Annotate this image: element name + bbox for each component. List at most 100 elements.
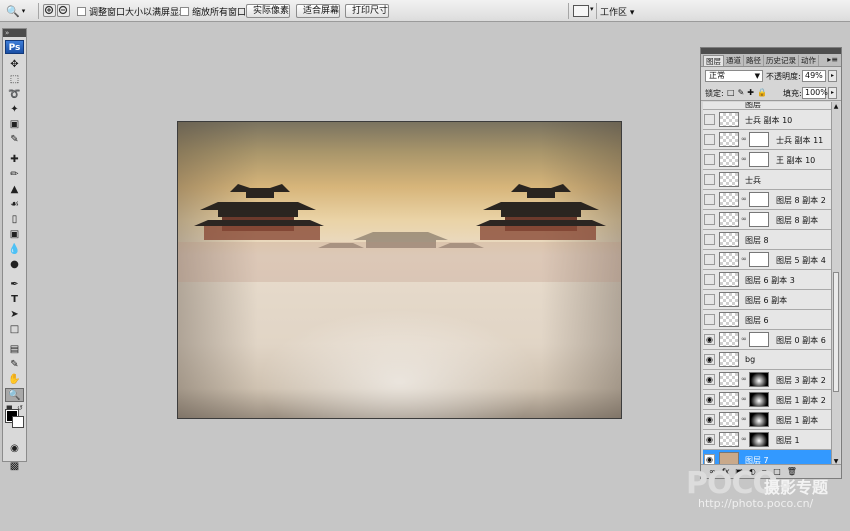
blend-mode-select[interactable]: 正常 ▼: [705, 70, 763, 82]
layer-row[interactable]: ∞ 士兵 副本 11: [703, 130, 831, 150]
visibility-eye-icon[interactable]: [704, 174, 715, 185]
layer-thumbnail[interactable]: [719, 352, 739, 367]
layer-row[interactable]: 士兵: [703, 170, 831, 190]
document-canvas[interactable]: [177, 121, 622, 419]
layers-scrollbar[interactable]: ▲ ▼: [831, 102, 840, 466]
toolbox-grip[interactable]: »: [3, 29, 26, 37]
type-tool-icon[interactable]: T: [5, 293, 24, 307]
layer-row[interactable]: ∞ 图层 8 副本 2: [703, 190, 831, 210]
layer-row[interactable]: 图层 6 副本: [703, 290, 831, 310]
lock-all-icon[interactable]: 🔒: [757, 88, 767, 97]
visibility-eye-icon[interactable]: [704, 154, 715, 165]
resize-windows-checkbox[interactable]: 调整窗口大小以满屏显示: [77, 5, 188, 18]
layer-row[interactable]: 图层 8: [703, 230, 831, 250]
mask-link-icon[interactable]: ∞: [741, 255, 747, 263]
layer-mask-thumbnail[interactable]: [749, 212, 769, 227]
mask-link-icon[interactable]: ∞: [741, 135, 747, 143]
layer-row[interactable]: 图层 6 副本 3: [703, 270, 831, 290]
history-brush-tool-icon[interactable]: ☙: [5, 198, 24, 212]
zoom-tool-icon[interactable]: 🔍: [5, 388, 24, 402]
visibility-eye-icon[interactable]: [704, 314, 715, 325]
tab-actions[interactable]: 动作: [799, 55, 819, 66]
layer-thumbnail[interactable]: [719, 332, 739, 347]
layer-mask-thumbnail[interactable]: [749, 372, 769, 387]
visibility-eye-icon[interactable]: [704, 254, 715, 265]
quick-mask-icon[interactable]: ◉: [5, 442, 24, 456]
zoom-all-windows-checkbox[interactable]: 缩放所有窗口: [180, 5, 246, 18]
path-selection-tool-icon[interactable]: ➤: [5, 308, 24, 322]
visibility-eye-icon[interactable]: [704, 114, 715, 125]
layer-thumbnail[interactable]: [719, 112, 739, 127]
layer-thumbnail[interactable]: [719, 192, 739, 207]
mask-link-icon[interactable]: ∞: [741, 215, 747, 223]
visibility-eye-icon[interactable]: ◉: [704, 434, 715, 445]
brush-tool-icon[interactable]: ✏: [5, 168, 24, 182]
visibility-eye-icon[interactable]: [704, 214, 715, 225]
layer-thumbnail[interactable]: [719, 272, 739, 287]
layer-mask-thumbnail[interactable]: [749, 392, 769, 407]
mask-link-icon[interactable]: ∞: [741, 435, 747, 443]
visibility-eye-icon[interactable]: [704, 194, 715, 205]
mask-link-icon[interactable]: ∞: [741, 195, 747, 203]
marquee-tool-icon[interactable]: ⬚: [5, 73, 24, 87]
layer-thumbnail[interactable]: [719, 252, 739, 267]
layer-mask-thumbnail[interactable]: [749, 192, 769, 207]
fit-screen-button[interactable]: 适合屏幕: [296, 4, 340, 18]
tool-preset-picker[interactable]: 🔍 ▾: [6, 3, 34, 19]
fill-slider-button[interactable]: ▸: [828, 87, 837, 99]
tab-channels[interactable]: 通道: [724, 55, 744, 66]
zoom-in-button[interactable]: [43, 4, 56, 17]
workspace-menu[interactable]: 工作区 ▾: [600, 5, 634, 18]
crop-tool-icon[interactable]: ▣: [5, 118, 24, 132]
tab-layers[interactable]: 图层: [703, 55, 724, 66]
visibility-eye-icon[interactable]: ◉: [704, 374, 715, 385]
actual-pixels-button[interactable]: 实际像素: [246, 4, 290, 18]
shape-tool-icon[interactable]: □: [5, 323, 24, 337]
eyedropper-tool-icon[interactable]: ✎: [5, 358, 24, 372]
layer-row[interactable]: ∞ 图层 8 副本: [703, 210, 831, 230]
visibility-eye-icon[interactable]: [704, 294, 715, 305]
checkbox-box[interactable]: [77, 7, 86, 16]
layer-thumbnail[interactable]: [719, 312, 739, 327]
layer-row[interactable]: ◉ ∞ 图层 1 副本: [703, 410, 831, 430]
background-color[interactable]: [12, 416, 24, 428]
layer-thumbnail[interactable]: [719, 412, 739, 427]
zoom-out-button[interactable]: [57, 4, 70, 17]
layer-row[interactable]: ∞ 王 副本 10: [703, 150, 831, 170]
layer-mask-thumbnail[interactable]: [749, 152, 769, 167]
mask-link-icon[interactable]: ∞: [741, 375, 747, 383]
tab-history[interactable]: 历史记录: [764, 55, 799, 66]
layer-thumbnail[interactable]: [719, 132, 739, 147]
mask-link-icon[interactable]: ∞: [741, 415, 747, 423]
layer-mask-thumbnail[interactable]: [749, 432, 769, 447]
layer-thumbnail[interactable]: [719, 152, 739, 167]
layer-row[interactable]: 图层: [703, 102, 831, 110]
healing-brush-tool-icon[interactable]: ✚: [5, 153, 24, 167]
workspace-icon[interactable]: [573, 5, 589, 17]
pen-tool-icon[interactable]: ✒: [5, 278, 24, 292]
layer-mask-thumbnail[interactable]: [749, 132, 769, 147]
layer-thumbnail[interactable]: [719, 212, 739, 227]
layer-row[interactable]: ◉ ∞ 图层 1 副本 2: [703, 390, 831, 410]
hand-tool-icon[interactable]: ✋: [5, 373, 24, 387]
notes-tool-icon[interactable]: ▤: [5, 343, 24, 357]
checkbox-box[interactable]: [180, 7, 189, 16]
layer-row[interactable]: ∞ 图层 5 副本 4: [703, 250, 831, 270]
layer-row[interactable]: ◉ ∞ 图层 1: [703, 430, 831, 450]
blur-tool-icon[interactable]: 💧: [5, 243, 24, 257]
gradient-tool-icon[interactable]: ▣: [5, 228, 24, 242]
layer-thumbnail[interactable]: [719, 292, 739, 307]
layer-row[interactable]: 图层 6: [703, 310, 831, 330]
layer-row[interactable]: 士兵 副本 10: [703, 110, 831, 130]
layer-row[interactable]: ◉ bg: [703, 350, 831, 370]
scroll-up-icon[interactable]: ▲: [832, 103, 840, 110]
layer-row[interactable]: ◉ ∞ 图层 3 副本 2: [703, 370, 831, 390]
lock-pixels-icon[interactable]: ✎: [738, 88, 745, 97]
fill-input[interactable]: 100%: [802, 87, 828, 99]
layer-mask-thumbnail[interactable]: [749, 332, 769, 347]
magic-wand-tool-icon[interactable]: ✦: [5, 103, 24, 117]
visibility-eye-icon[interactable]: [704, 234, 715, 245]
dodge-tool-icon[interactable]: ●: [5, 258, 24, 272]
layer-mask-thumbnail[interactable]: [749, 252, 769, 267]
opacity-slider-button[interactable]: ▸: [828, 70, 837, 82]
